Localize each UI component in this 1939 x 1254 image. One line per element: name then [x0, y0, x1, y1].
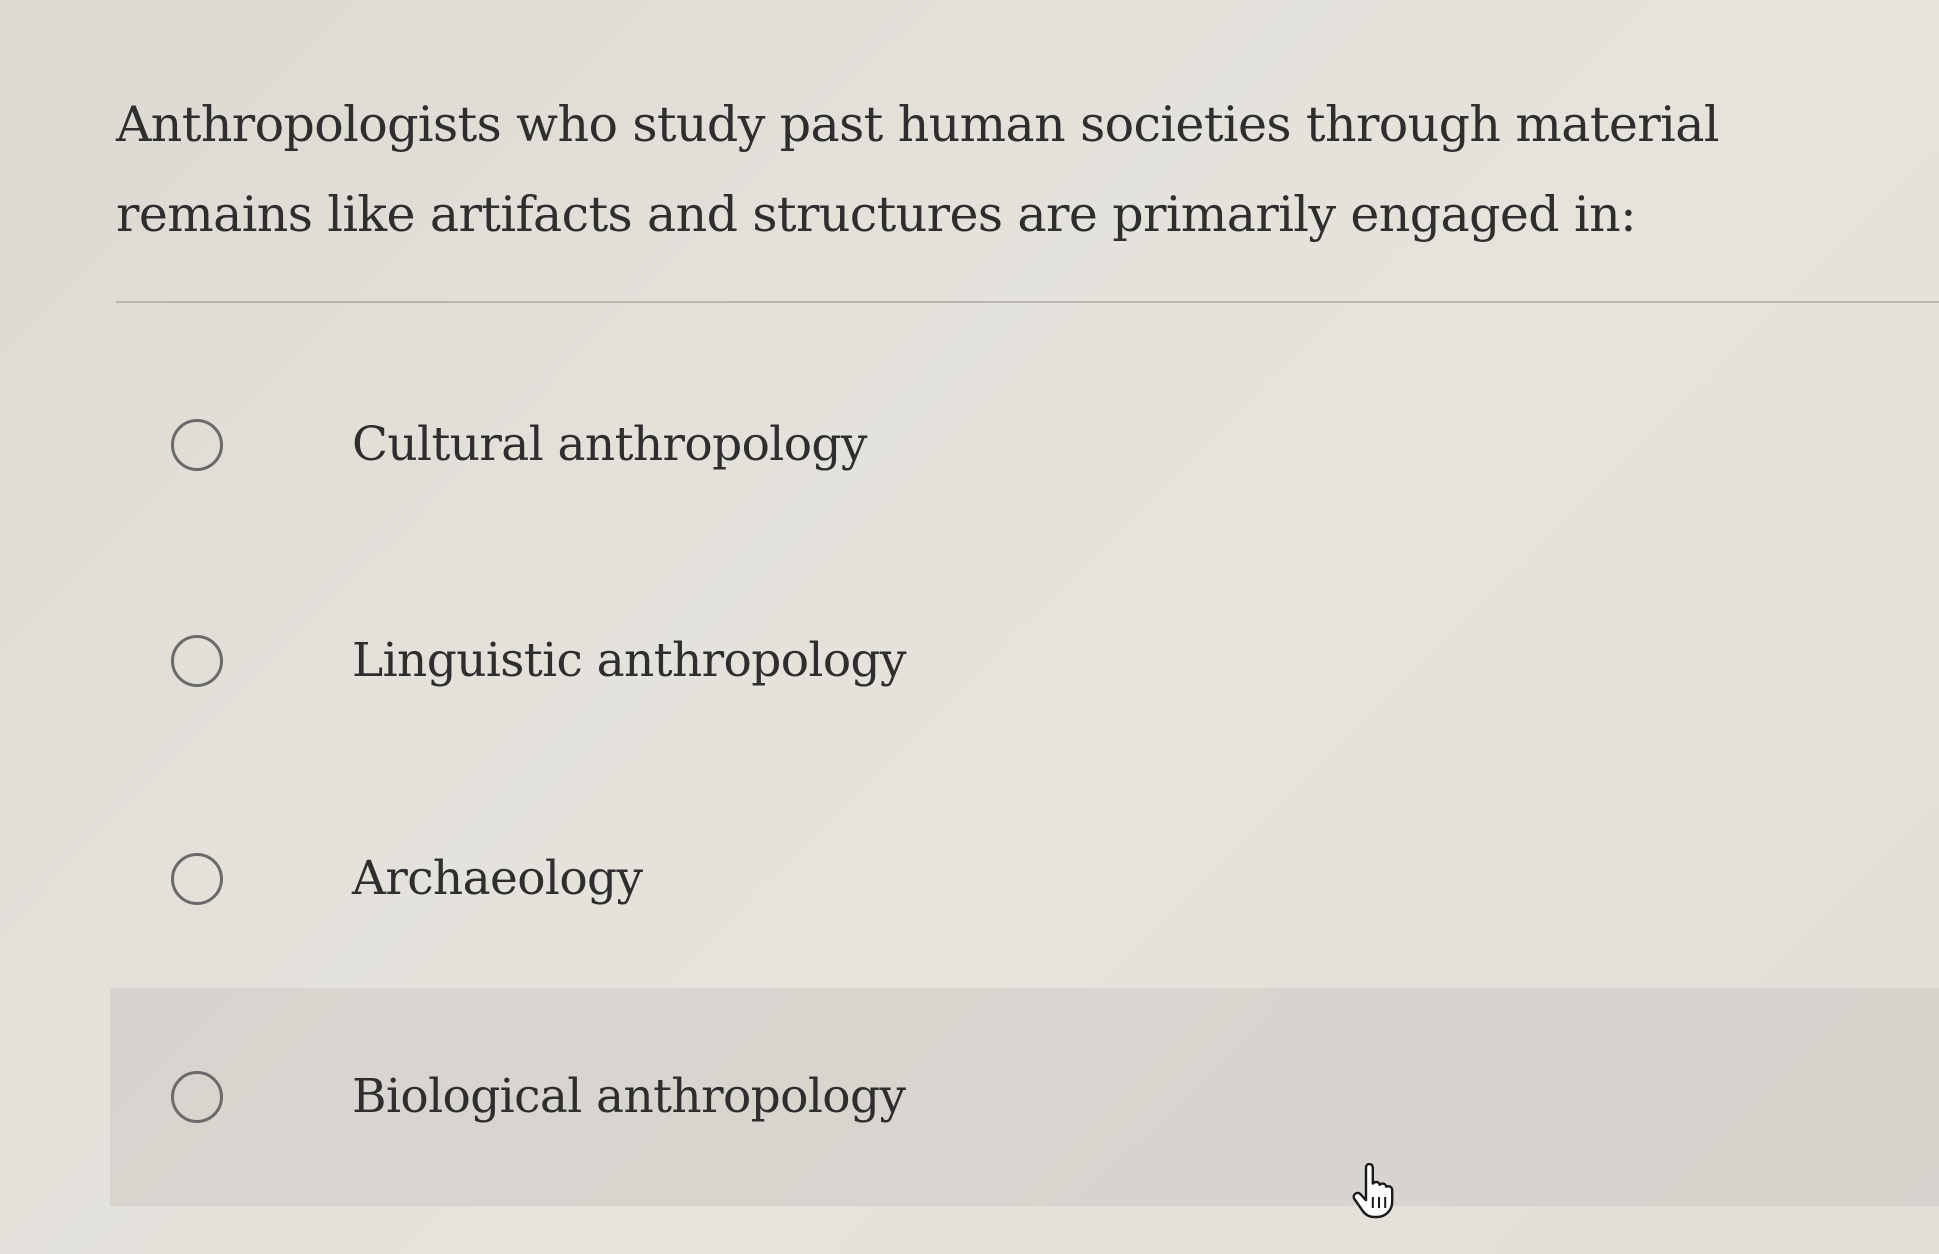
- hand-pointer-icon: [1352, 1163, 1394, 1219]
- radio-button[interactable]: [171, 1071, 223, 1123]
- option-archaeology[interactable]: Archaeology: [110, 770, 1939, 988]
- option-label: Biological anthropology: [352, 1069, 906, 1124]
- option-biological-anthropology[interactable]: Biological anthropology: [110, 988, 1939, 1206]
- question-text: Anthropologists who study past human soc…: [116, 96, 1719, 243]
- radio-button[interactable]: [171, 419, 223, 471]
- option-cultural-anthropology[interactable]: Cultural anthropology: [110, 336, 1939, 554]
- question-divider: [116, 301, 1939, 303]
- option-label: Linguistic anthropology: [352, 633, 907, 688]
- radio-button[interactable]: [171, 635, 223, 687]
- option-linguistic-anthropology[interactable]: Linguistic anthropology: [110, 552, 1939, 770]
- radio-button[interactable]: [171, 853, 223, 905]
- option-label: Archaeology: [352, 851, 643, 906]
- option-label: Cultural anthropology: [352, 417, 867, 472]
